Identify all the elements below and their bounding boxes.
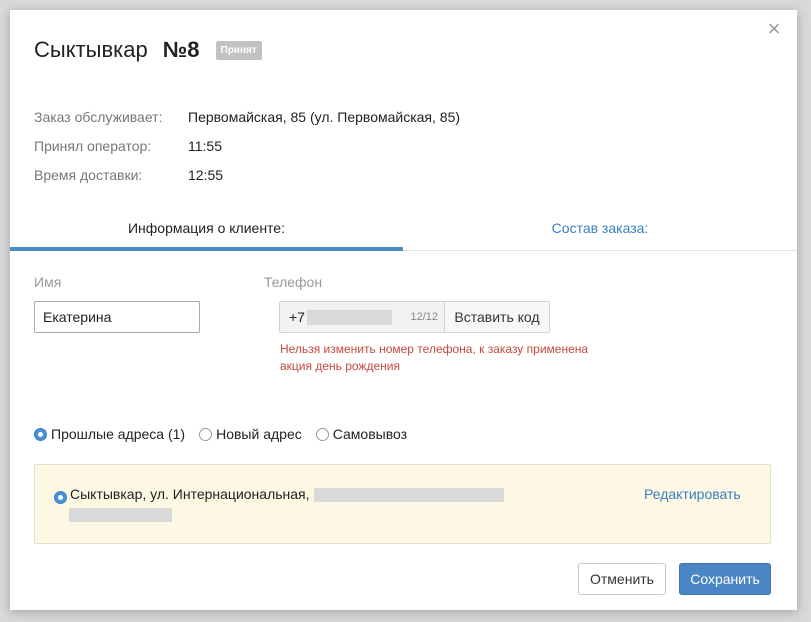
option-past-addresses[interactable]: Прошлые адреса (1) [34, 426, 185, 442]
phone-label: Телефон [264, 274, 323, 290]
edit-address-link[interactable]: Редактировать [644, 486, 741, 502]
saved-address-card[interactable]: Сыктывкар, ул. Интернациональная, Редакт… [34, 464, 771, 544]
title-city: Сыктывкар [34, 37, 148, 62]
info-value: Первомайская, 85 (ул. Первомайская, 85) [188, 108, 461, 125]
tab-bar: Информация о клиенте: Состав заказа: [10, 216, 797, 251]
phone-counter: 12/12 [410, 311, 438, 323]
address-redacted [69, 508, 172, 522]
name-input[interactable] [34, 301, 200, 333]
phone-input-group: +7 12/12 Вставить код [279, 301, 550, 333]
info-label: Принял оператор: [34, 137, 152, 154]
option-pickup[interactable]: Самовывоз [315, 426, 408, 442]
order-info: Заказ обслуживает: Первомайская, 85 (ул.… [34, 102, 460, 189]
radio-icon[interactable] [199, 427, 213, 441]
status-badge: Принят [215, 40, 262, 60]
modal-title: Сыктывкар №8 Принят [34, 37, 262, 63]
order-number: №8 [162, 37, 200, 62]
info-value: 11:55 [188, 137, 222, 154]
paste-code-button[interactable]: Вставить код [444, 302, 549, 332]
info-label: Время доставки: [34, 166, 143, 183]
info-row-delivery: Время доставки: 12:55 [34, 160, 460, 189]
name-label: Имя [34, 274, 62, 290]
option-label: Самовывоз [332, 426, 408, 442]
address-redacted [314, 488, 504, 502]
phone-redacted [307, 310, 392, 325]
tab-order-contents[interactable]: Состав заказа: [403, 216, 797, 251]
address-text: Сыктывкар, ул. Интернациональная, [70, 486, 310, 502]
option-label: Прошлые адреса (1) [51, 426, 186, 442]
tab-client-info[interactable]: Информация о клиенте: [10, 216, 403, 251]
phone-field: +7 12/12 [280, 302, 444, 332]
save-button[interactable]: Сохранить [679, 563, 771, 595]
address-type-options: Прошлые адреса (1) Новый адрес Самовывоз [34, 426, 421, 442]
close-icon[interactable]: × [765, 18, 783, 40]
radio-icon[interactable] [315, 427, 329, 441]
order-modal: × Сыктывкар №8 Принят Заказ обслуживает:… [10, 10, 797, 610]
radio-selected-icon[interactable] [54, 491, 67, 504]
info-row-operator: Принял оператор: 11:55 [34, 131, 460, 160]
info-label: Заказ обслуживает: [34, 108, 163, 125]
option-label: Новый адрес [216, 426, 302, 442]
option-new-address[interactable]: Новый адрес [199, 426, 302, 442]
cancel-button[interactable]: Отменить [578, 563, 666, 595]
info-value: 12:55 [188, 166, 224, 183]
radio-selected-icon[interactable] [34, 427, 47, 441]
phone-prefix: +7 [289, 309, 305, 325]
phone-error-message: Нельзя изменить номер телефона, к заказу… [280, 342, 589, 373]
info-row-branch: Заказ обслуживает: Первомайская, 85 (ул.… [34, 102, 460, 131]
